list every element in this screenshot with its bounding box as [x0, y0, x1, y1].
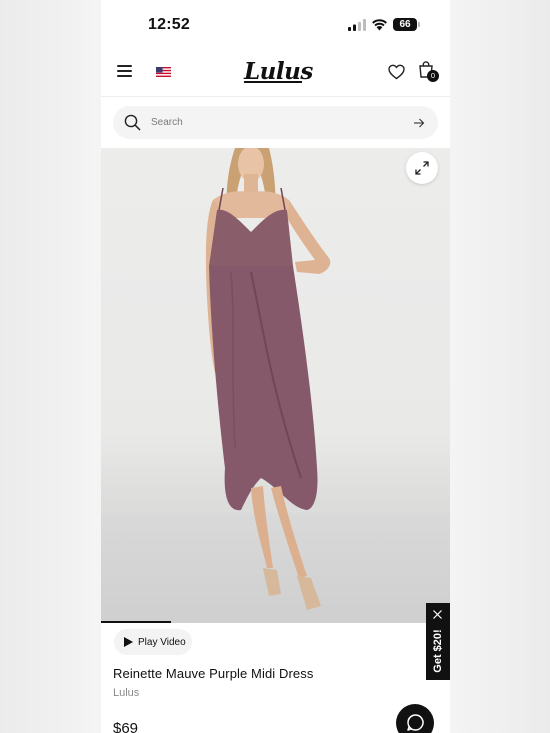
bag-count-badge: 0 — [427, 70, 439, 82]
phone-screen: 12:52 66 Lulus 0 Search Play Video Reine… — [101, 0, 450, 733]
menu-icon[interactable] — [117, 64, 133, 78]
search-input[interactable] — [151, 114, 391, 131]
battery-level: 66 — [399, 19, 411, 30]
product-image[interactable] — [101, 148, 450, 623]
status-time: 12:52 — [148, 16, 190, 33]
arrow-right-icon[interactable] — [413, 117, 425, 129]
lulus-logo[interactable]: Lulus — [243, 58, 313, 85]
site-header: Lulus 0 — [101, 50, 450, 97]
play-video-button[interactable]: Play Video — [114, 629, 192, 655]
signal-icon — [348, 19, 366, 31]
status-bar: 12:52 66 — [101, 0, 450, 50]
promo-label: Get $20! — [432, 629, 444, 673]
chat-bubble-icon — [407, 714, 424, 731]
heart-icon[interactable] — [388, 64, 405, 80]
expand-image-button[interactable] — [406, 152, 438, 184]
search-icon — [124, 114, 141, 131]
shopping-bag-icon[interactable]: 0 — [418, 61, 439, 82]
product-price: $69 — [113, 720, 139, 733]
image-carousel-progress — [101, 621, 450, 623]
chat-button[interactable] — [396, 704, 434, 733]
wifi-icon — [372, 19, 387, 31]
us-flag-icon[interactable] — [156, 67, 171, 77]
product-name: Reinette Mauve Purple Midi Dress — [113, 666, 314, 681]
play-video-label: Play Video — [138, 637, 186, 648]
image-carousel-progress-fill — [101, 621, 171, 623]
search-bar[interactable] — [113, 106, 438, 139]
product-brand[interactable]: Lulus — [113, 687, 139, 699]
expand-icon — [415, 161, 429, 175]
close-icon[interactable] — [432, 609, 443, 620]
model-illustration — [205, 148, 331, 610]
battery-icon: 66 — [393, 18, 420, 31]
play-icon — [124, 637, 133, 647]
promo-tab[interactable]: Get $20! — [426, 603, 450, 680]
logo-underline — [243, 81, 303, 83]
